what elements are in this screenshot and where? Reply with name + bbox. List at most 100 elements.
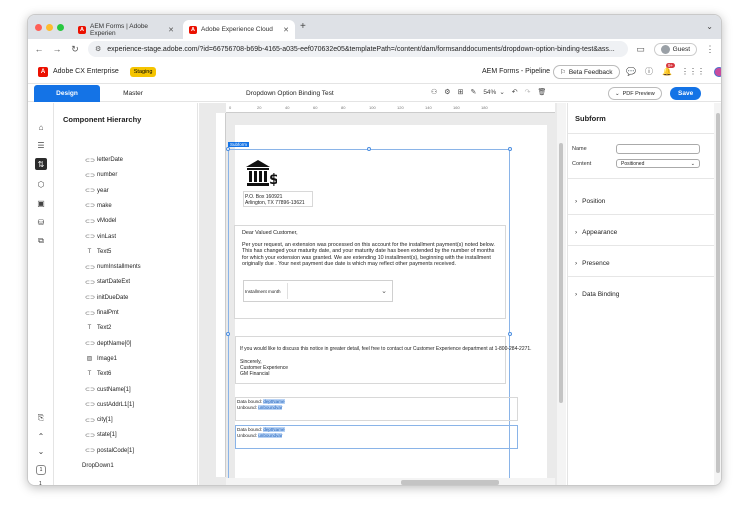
save-button[interactable]: Save (670, 87, 702, 100)
user-settings-icon[interactable]: ⚇ (431, 88, 437, 96)
scroll-thumb[interactable] (559, 143, 563, 403)
canvas-horizontal-scrollbar[interactable] (226, 478, 555, 485)
trash-icon[interactable]: 🗑 (538, 88, 547, 96)
link-icon[interactable]: ⧉ (35, 235, 47, 247)
properties-title: Subform (575, 114, 606, 123)
home-icon[interactable]: ⌂ (35, 121, 47, 133)
browser-tab-experience-cloud[interactable]: A Adobe Experience Cloud ✕ (183, 20, 295, 39)
beta-feedback-button[interactable]: ⚐ Beta Feedback (553, 65, 620, 79)
hierarchy-item[interactable]: DropDown1 (82, 460, 114, 472)
hierarchy-item[interactable]: ⊂⊃ vinLast (85, 231, 116, 243)
gear-icon[interactable]: ⚙ (444, 88, 450, 96)
brand[interactable]: A Adobe CX Enterprise Staging (38, 66, 157, 77)
canvas-vertical-scrollbar[interactable] (557, 103, 566, 485)
scroll-thumb[interactable] (716, 113, 720, 473)
tab-search-icon[interactable]: ▭ (636, 44, 646, 55)
hierarchy-item[interactable]: T Text5 (85, 246, 112, 258)
tab-master[interactable]: Master (100, 85, 166, 102)
site-settings-icon[interactable]: ⚙ (95, 45, 101, 53)
reload-icon[interactable]: ↻ (70, 44, 80, 55)
resize-handle[interactable] (508, 147, 512, 151)
properties-scrollbar[interactable] (714, 103, 721, 485)
url-field[interactable]: ⚙ experience-stage.adobe.com/?id=6675670… (88, 41, 628, 57)
zoom-control[interactable]: 54% ⌄ (483, 88, 504, 97)
minimize-window-button[interactable] (46, 24, 53, 31)
unbound-var-token: unboundvar (258, 433, 283, 438)
format-icon[interactable]: ✎ (470, 88, 476, 96)
editor-toolbar: Design Master Dropdown Option Binding Te… (28, 85, 721, 102)
resize-handle[interactable] (367, 147, 371, 151)
bank-logo-icon: $ (246, 160, 277, 187)
hierarchy-item[interactable]: ⊂⊃ postalCode[1] (85, 445, 134, 457)
hierarchy-item[interactable]: ⊂⊃ custName[1] (85, 384, 131, 396)
image-icon[interactable]: ▣ (35, 197, 47, 209)
hierarchy-item[interactable]: ⊂⊃ startDateExt (85, 276, 130, 288)
resize-handle[interactable] (226, 147, 230, 151)
ruler-tick-label: 40 (285, 105, 290, 110)
cube-icon[interactable]: ⬡ (35, 178, 47, 190)
document-title: Dropdown Option Binding Test (246, 90, 334, 97)
app-name[interactable]: AEM Forms - Pipeline (482, 68, 550, 75)
chevron-down-icon[interactable]: ⌄ (706, 22, 713, 31)
user-avatar[interactable] (713, 66, 721, 77)
new-tab-icon[interactable]: + (300, 21, 306, 32)
browser-menu-icon[interactable]: ⋮ (705, 44, 715, 55)
chevron-down-icon[interactable]: ⌄ (35, 445, 47, 457)
field-icon: ⊂⊃ (85, 417, 96, 424)
hierarchy-icon[interactable]: ⇅ (35, 158, 47, 170)
close-tab-icon[interactable]: ✕ (283, 26, 289, 34)
contact-text-block[interactable] (235, 336, 506, 384)
tab-design[interactable]: Design (34, 85, 100, 102)
section-presence[interactable]: › Presence (575, 260, 610, 267)
pdf-preview-button[interactable]: ⌄ PDF Preview (608, 87, 662, 100)
section-appearance[interactable]: › Appearance (575, 229, 617, 236)
hierarchy-item[interactable]: T Text2 (85, 322, 112, 334)
hierarchy-item[interactable]: T Text6 (85, 368, 112, 380)
current-page-indicator[interactable]: 1 (36, 465, 46, 475)
adobe-logo-icon: A (38, 66, 48, 77)
browser-tab-aem-forms[interactable]: A AEM Forms | Adobe Experien ✕ (72, 20, 180, 39)
document-settings-icon[interactable]: ⎘ (35, 412, 47, 424)
apps-grid-icon[interactable]: ⋮⋮⋮ (681, 67, 705, 76)
back-arrow-icon[interactable]: ← (34, 44, 44, 54)
hierarchy-item[interactable]: ⊂⊃ initDueDate (85, 292, 128, 304)
scroll-thumb[interactable] (401, 480, 499, 485)
hierarchy-item[interactable]: ⊂⊃ year (85, 185, 109, 197)
close-tab-icon[interactable]: ✕ (168, 26, 174, 34)
hierarchy-item[interactable]: ⊂⊃ number (85, 169, 117, 181)
database-icon[interactable]: ⛁ (35, 216, 47, 228)
hierarchy-item[interactable]: ⊂⊃ letterDate (85, 154, 123, 166)
close-window-button[interactable] (35, 24, 42, 31)
letter-text-block[interactable] (234, 225, 506, 319)
section-data-binding[interactable]: › Data Binding (575, 291, 619, 298)
hierarchy-item[interactable]: ⊂⊃ state[1] (85, 429, 117, 441)
chevron-right-icon: › (575, 291, 578, 298)
resize-handle[interactable] (226, 332, 230, 336)
chat-icon[interactable]: 💬 (626, 67, 636, 76)
chevron-up-icon[interactable]: ⌃ (35, 430, 47, 442)
hierarchy-item[interactable]: ⊂⊃ make (85, 200, 112, 212)
help-icon[interactable]: ⓘ (645, 66, 653, 77)
insert-icon[interactable]: ⊞ (458, 88, 464, 96)
hierarchy-item[interactable]: ⊂⊃ vModel (85, 215, 116, 227)
forward-arrow-icon[interactable]: → (52, 44, 62, 54)
hierarchy-item[interactable]: ⊂⊃ deptName[0] (85, 338, 131, 350)
hierarchy-item[interactable]: ▨ Image1 (85, 353, 117, 365)
hierarchy-item[interactable]: ⊂⊃ city[1] (85, 414, 113, 426)
hierarchy-item[interactable]: ⊂⊃ custAddrL1[1] (85, 399, 134, 411)
installment-select[interactable]: ⌄ (287, 283, 391, 299)
notification-bell-icon[interactable]: 🔔 9+ (662, 63, 676, 76)
maximize-window-button[interactable] (57, 24, 64, 31)
redo-icon[interactable]: ↷ (525, 88, 531, 96)
ruler-tick-label: 100 (369, 105, 376, 110)
undo-icon[interactable]: ↶ (512, 88, 518, 96)
name-field[interactable] (616, 144, 700, 154)
profile-button[interactable]: Guest (653, 42, 697, 56)
resize-handle[interactable] (508, 332, 512, 336)
menu-icon[interactable]: ☰ (35, 139, 47, 151)
section-position[interactable]: › Position (575, 198, 605, 205)
hierarchy-item[interactable]: ⊂⊃ numInstallments (85, 261, 141, 273)
content-select[interactable]: Positioned ⌄ (616, 159, 700, 168)
hierarchy-item[interactable]: ⊂⊃ finalPmt (85, 307, 119, 319)
greeting: Dear Valued Customer, (242, 230, 298, 236)
